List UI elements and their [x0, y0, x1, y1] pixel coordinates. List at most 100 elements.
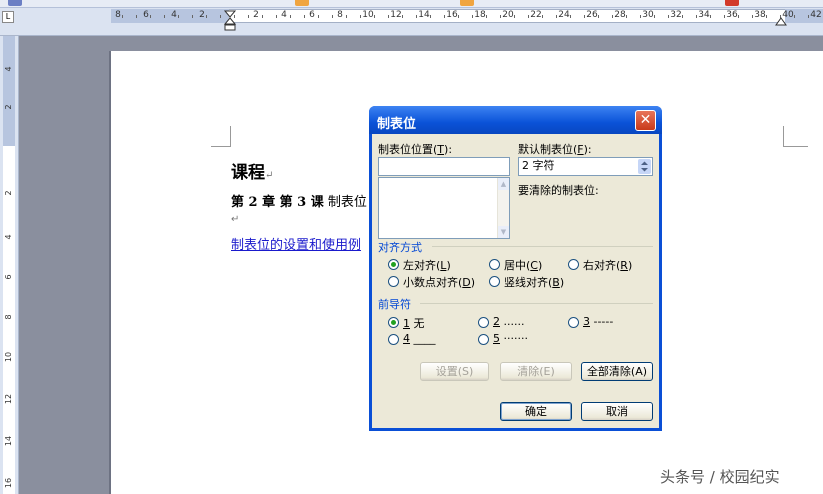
- leader-dashes-label[interactable]: 3 -----: [583, 315, 613, 328]
- set-button[interactable]: 设置(S): [420, 362, 489, 381]
- ruler-tick: [360, 15, 361, 18]
- clear-button[interactable]: 清除(E): [500, 362, 572, 381]
- ruler-tick: [486, 15, 487, 18]
- default-tab-spinner[interactable]: 2 字符: [518, 157, 653, 176]
- ruler-tick: [248, 15, 249, 18]
- ruler-tick: [808, 15, 809, 18]
- ruler-tick-label: 18: [474, 10, 486, 20]
- align-left-radio[interactable]: [388, 259, 399, 270]
- ruler-tick-label: 42: [810, 10, 822, 20]
- tabs-dialog: 制表位 ✕ 制表位位置(T): ▲ ▼ 默认制表位(F): 2 字符 要清除的制…: [369, 106, 662, 431]
- tab-position-input[interactable]: [378, 157, 510, 176]
- crop-mark: [783, 126, 784, 146]
- ruler-tick-label: 12: [390, 10, 402, 20]
- ruler-tick: [682, 15, 683, 18]
- document-heading[interactable]: 课程↵: [231, 158, 273, 183]
- dialog-titlebar[interactable]: 制表位 ✕: [369, 106, 662, 134]
- ruler-tick: [290, 15, 291, 18]
- scroll-up-icon[interactable]: ▲: [498, 178, 509, 190]
- close-button[interactable]: ✕: [635, 110, 656, 131]
- toolbar-button[interactable]: [725, 0, 739, 6]
- ruler-tick: [276, 15, 277, 18]
- ruler-tick-label: 22: [530, 10, 542, 20]
- vertical-ruler-tick-label: 4: [4, 234, 13, 240]
- indent-marker-icon[interactable]: [224, 10, 236, 35]
- vertical-ruler-ticks: 4 2 2 4 6 8 10 12 14 16: [0, 0, 18, 494]
- ruler-tick: [500, 15, 501, 18]
- ruler-tick: [640, 15, 641, 18]
- ruler-tick-label: 32: [670, 10, 682, 20]
- ruler-tick: [332, 15, 333, 18]
- ruler-tick-label: 10: [362, 10, 374, 20]
- ruler-tick-label: 8: [115, 10, 121, 20]
- vertical-ruler-tick-label: 14: [4, 435, 13, 447]
- ruler-tick: [136, 15, 137, 18]
- scroll-down-icon[interactable]: ▼: [498, 226, 509, 238]
- ruler-tick-label: 26: [586, 10, 598, 20]
- right-indent-marker-icon[interactable]: [775, 17, 787, 27]
- leader-none-label[interactable]: 1 无: [403, 315, 425, 331]
- ruler-tick-label: 24: [558, 10, 570, 20]
- document-subheading[interactable]: 第 2 章 第 3 课 制表位: [231, 191, 367, 210]
- vertical-ruler-tick-label: 8: [4, 314, 13, 320]
- ruler-tick: [710, 15, 711, 18]
- ruler-tick: [542, 15, 543, 18]
- ruler-tick: [528, 15, 529, 18]
- align-decimal-label[interactable]: 小数点对齐(D): [403, 274, 475, 290]
- crop-mark: [783, 146, 808, 147]
- toolbar-button[interactable]: [460, 0, 474, 6]
- align-decimal-radio[interactable]: [388, 276, 399, 287]
- align-bar-label[interactable]: 竖线对齐(B): [504, 274, 564, 290]
- paragraph-mark: ↵: [265, 170, 274, 181]
- toolbar-button[interactable]: [295, 0, 309, 6]
- tab-position-list[interactable]: [378, 177, 510, 239]
- leader-none-radio[interactable]: [388, 317, 399, 328]
- tab-position-label: 制表位位置(T):: [378, 143, 453, 156]
- ruler-tick: [738, 15, 739, 18]
- align-center-radio[interactable]: [489, 259, 500, 270]
- ruler-tick: [472, 15, 473, 18]
- ruler-tick: [612, 15, 613, 18]
- ok-button[interactable]: 确定: [500, 402, 572, 421]
- vertical-ruler-tick-label: 10: [4, 351, 13, 363]
- crop-mark: [211, 146, 231, 147]
- vertical-ruler-tick-label: 16: [4, 477, 13, 489]
- leader-dots-label[interactable]: 2 ......: [493, 315, 524, 328]
- ruler-tick: [262, 15, 263, 18]
- cancel-button[interactable]: 取消: [581, 402, 653, 421]
- close-icon: ✕: [639, 112, 652, 128]
- ruler-tick: [444, 15, 445, 18]
- ruler-tick: [150, 15, 151, 18]
- leader-underline-label[interactable]: 4 ____: [403, 332, 436, 345]
- ruler-tick: [318, 15, 319, 18]
- leader-underline-radio[interactable]: [388, 334, 399, 345]
- leader-middot-radio[interactable]: [478, 334, 489, 345]
- ruler-tick: [304, 15, 305, 18]
- ruler-tick: [192, 15, 193, 18]
- clear-all-button[interactable]: 全部清除(A): [581, 362, 653, 381]
- ruler-tick: [752, 15, 753, 18]
- align-right-label[interactable]: 右对齐(R): [583, 257, 632, 273]
- vertical-ruler-tick-label: 4: [4, 66, 13, 72]
- ruler-tick-label: 6: [309, 10, 315, 20]
- align-right-radio[interactable]: [568, 259, 579, 270]
- dialog-body: 制表位位置(T): ▲ ▼ 默认制表位(F): 2 字符 要清除的制表位: 对齐…: [372, 134, 659, 428]
- ruler-tick: [346, 15, 347, 18]
- align-bar-radio[interactable]: [489, 276, 500, 287]
- document-hyperlink[interactable]: 制表位的设置和使用例: [231, 234, 361, 253]
- crop-mark: [230, 126, 231, 146]
- leader-middot-label[interactable]: 5 ·······: [493, 332, 528, 345]
- spinner-arrows-icon[interactable]: [638, 159, 651, 174]
- ruler-tick: [430, 15, 431, 18]
- tabs-to-clear-label: 要清除的制表位:: [518, 184, 599, 197]
- list-scrollbar[interactable]: ▲ ▼: [497, 178, 509, 238]
- align-left-label[interactable]: 左对齐(L): [403, 257, 451, 273]
- ruler-tick: [668, 15, 669, 18]
- leader-dots-radio[interactable]: [478, 317, 489, 328]
- ruler-tick: [416, 15, 417, 18]
- leader-dashes-radio[interactable]: [568, 317, 579, 328]
- ruler-tick: [598, 15, 599, 18]
- vertical-ruler-tick-label: 2: [4, 104, 13, 110]
- ruler-tick: [626, 15, 627, 18]
- align-center-label[interactable]: 居中(C): [504, 257, 542, 273]
